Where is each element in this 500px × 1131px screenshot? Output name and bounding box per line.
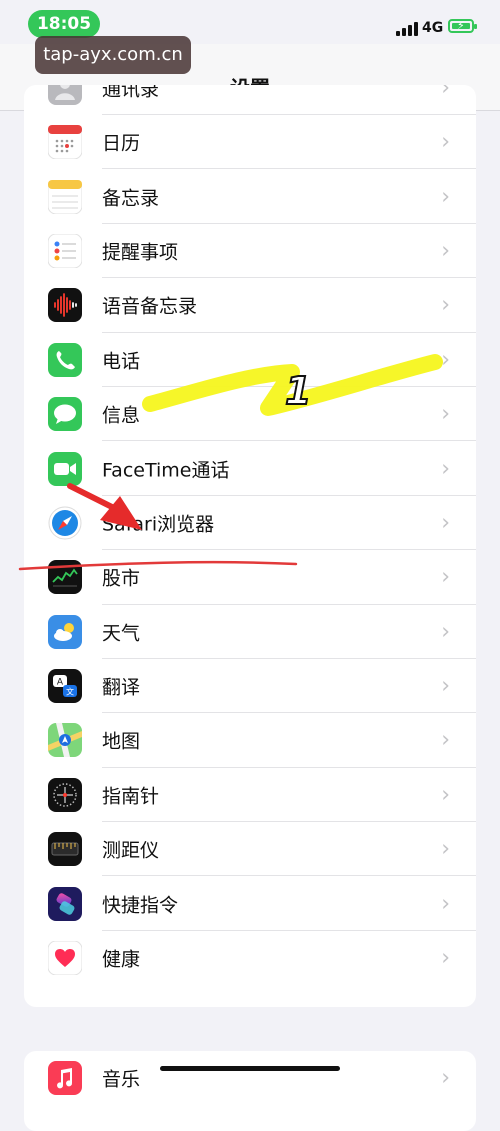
settings-row-compass[interactable]: 指南针 › (24, 768, 476, 823)
chevron-right-icon: › (441, 836, 450, 862)
settings-row-calendar[interactable]: 日历 › (24, 115, 476, 170)
settings-row-maps[interactable]: 地图 › (24, 713, 476, 768)
settings-row-label: 地图 (102, 730, 141, 753)
settings-row-label: 健康 (102, 948, 141, 971)
svg-text:文: 文 (66, 687, 74, 697)
settings-row-facetime[interactable]: FaceTime通话 › (24, 441, 476, 496)
settings-row-label: 股市 (102, 567, 141, 590)
chevron-right-icon: › (441, 238, 450, 264)
settings-row-label: 翻译 (102, 676, 141, 699)
notes-icon (47, 179, 83, 215)
chevron-right-icon: › (441, 456, 450, 482)
settings-row-label: Safari浏览器 (102, 513, 215, 536)
settings-row-label: 提醒事项 (102, 241, 179, 264)
translate-icon: A文 (48, 669, 82, 704)
chevron-right-icon: › (441, 673, 450, 699)
chevron-right-icon: › (441, 782, 450, 808)
settings-row-label: FaceTime通话 (102, 459, 230, 482)
chevron-right-icon: › (441, 891, 450, 917)
weather-icon (48, 614, 82, 649)
chevron-right-icon: › (441, 129, 450, 155)
safari-icon (48, 506, 82, 540)
settings-row-label: 测距仪 (102, 839, 160, 862)
settings-row-label: 日历 (102, 132, 141, 155)
home-indicator[interactable] (160, 1066, 340, 1071)
settings-row-label: 指南针 (102, 785, 160, 808)
settings-media-list: 音乐 › (24, 1051, 476, 1131)
settings-row-shortcuts[interactable]: 快捷指令 › (24, 876, 476, 931)
chevron-right-icon: › (441, 564, 450, 590)
reminders-icon (47, 233, 83, 269)
settings-row-reminders[interactable]: 提醒事项 › (24, 224, 476, 279)
settings-row-weather[interactable]: 天气 › (24, 605, 476, 659)
settings-row-stocks[interactable]: 股市 › (24, 550, 476, 605)
network-type: 4G (422, 20, 444, 36)
chevron-right-icon: › (441, 727, 450, 753)
settings-row-phone[interactable]: 电话 › (24, 333, 476, 387)
settings-row-label: 信息 (102, 404, 141, 427)
settings-row-notes[interactable]: 备忘录 › (24, 169, 476, 224)
settings-row-label: 备忘录 (102, 187, 160, 210)
settings-row-translate[interactable]: A 文翻译 › (24, 659, 476, 714)
phone-icon (48, 342, 82, 377)
settings-row-label: 通讯录 (102, 85, 160, 101)
voice-memos-icon (48, 288, 82, 323)
cellular-signal-icon (396, 22, 418, 36)
settings-row-voice-memos[interactable]: 语音备忘录 › (24, 278, 476, 333)
settings-row-safari[interactable]: Safari浏览器 › (24, 496, 476, 551)
settings-row-label: 音乐 (102, 1068, 141, 1091)
chevron-right-icon: › (441, 619, 450, 645)
chevron-right-icon: › (441, 292, 450, 318)
messages-icon (48, 397, 82, 432)
chevron-right-icon: › (441, 945, 450, 971)
chevron-right-icon: › (441, 347, 450, 373)
contacts-icon (48, 85, 82, 105)
status-time[interactable]: 18:05 (28, 10, 100, 38)
health-icon (47, 940, 83, 976)
svg-text:A: A (57, 678, 64, 688)
chevron-right-icon: › (441, 184, 450, 210)
facetime-icon (48, 451, 82, 486)
settings-row-music[interactable]: 音乐 › (24, 1051, 476, 1105)
chevron-right-icon: › (441, 1065, 450, 1091)
settings-row-label: 语音备忘录 (102, 295, 198, 318)
shortcuts-icon (48, 886, 82, 921)
battery-charging-icon: ⚡ (448, 19, 477, 33)
compass-icon (48, 777, 82, 812)
maps-icon (48, 723, 82, 758)
watermark: tap-ayx.com.cn (35, 36, 191, 74)
stocks-icon (48, 560, 82, 595)
settings-row-label: 天气 (102, 622, 141, 645)
chevron-right-icon: › (441, 401, 450, 427)
measure-icon (48, 832, 82, 867)
settings-row-measure[interactable]: 测距仪 › (24, 822, 476, 877)
calendar-icon (47, 124, 83, 160)
settings-row-label: 快捷指令 (102, 894, 179, 917)
settings-row-label: 电话 (102, 350, 141, 373)
music-icon (48, 1061, 82, 1096)
chevron-right-icon: › (441, 510, 450, 536)
settings-row-contacts[interactable]: 通讯录 › (24, 85, 476, 115)
settings-app-list: 通讯录 › 日历 › 备忘录 › 提醒事项 › 语音备忘录 › 电话 › 信息 › FaceTime通话 › S… (24, 85, 476, 1007)
settings-row-health[interactable]: 健康 › (24, 931, 476, 985)
chevron-right-icon: › (441, 85, 450, 101)
settings-row-messages[interactable]: 信息 › (24, 387, 476, 442)
